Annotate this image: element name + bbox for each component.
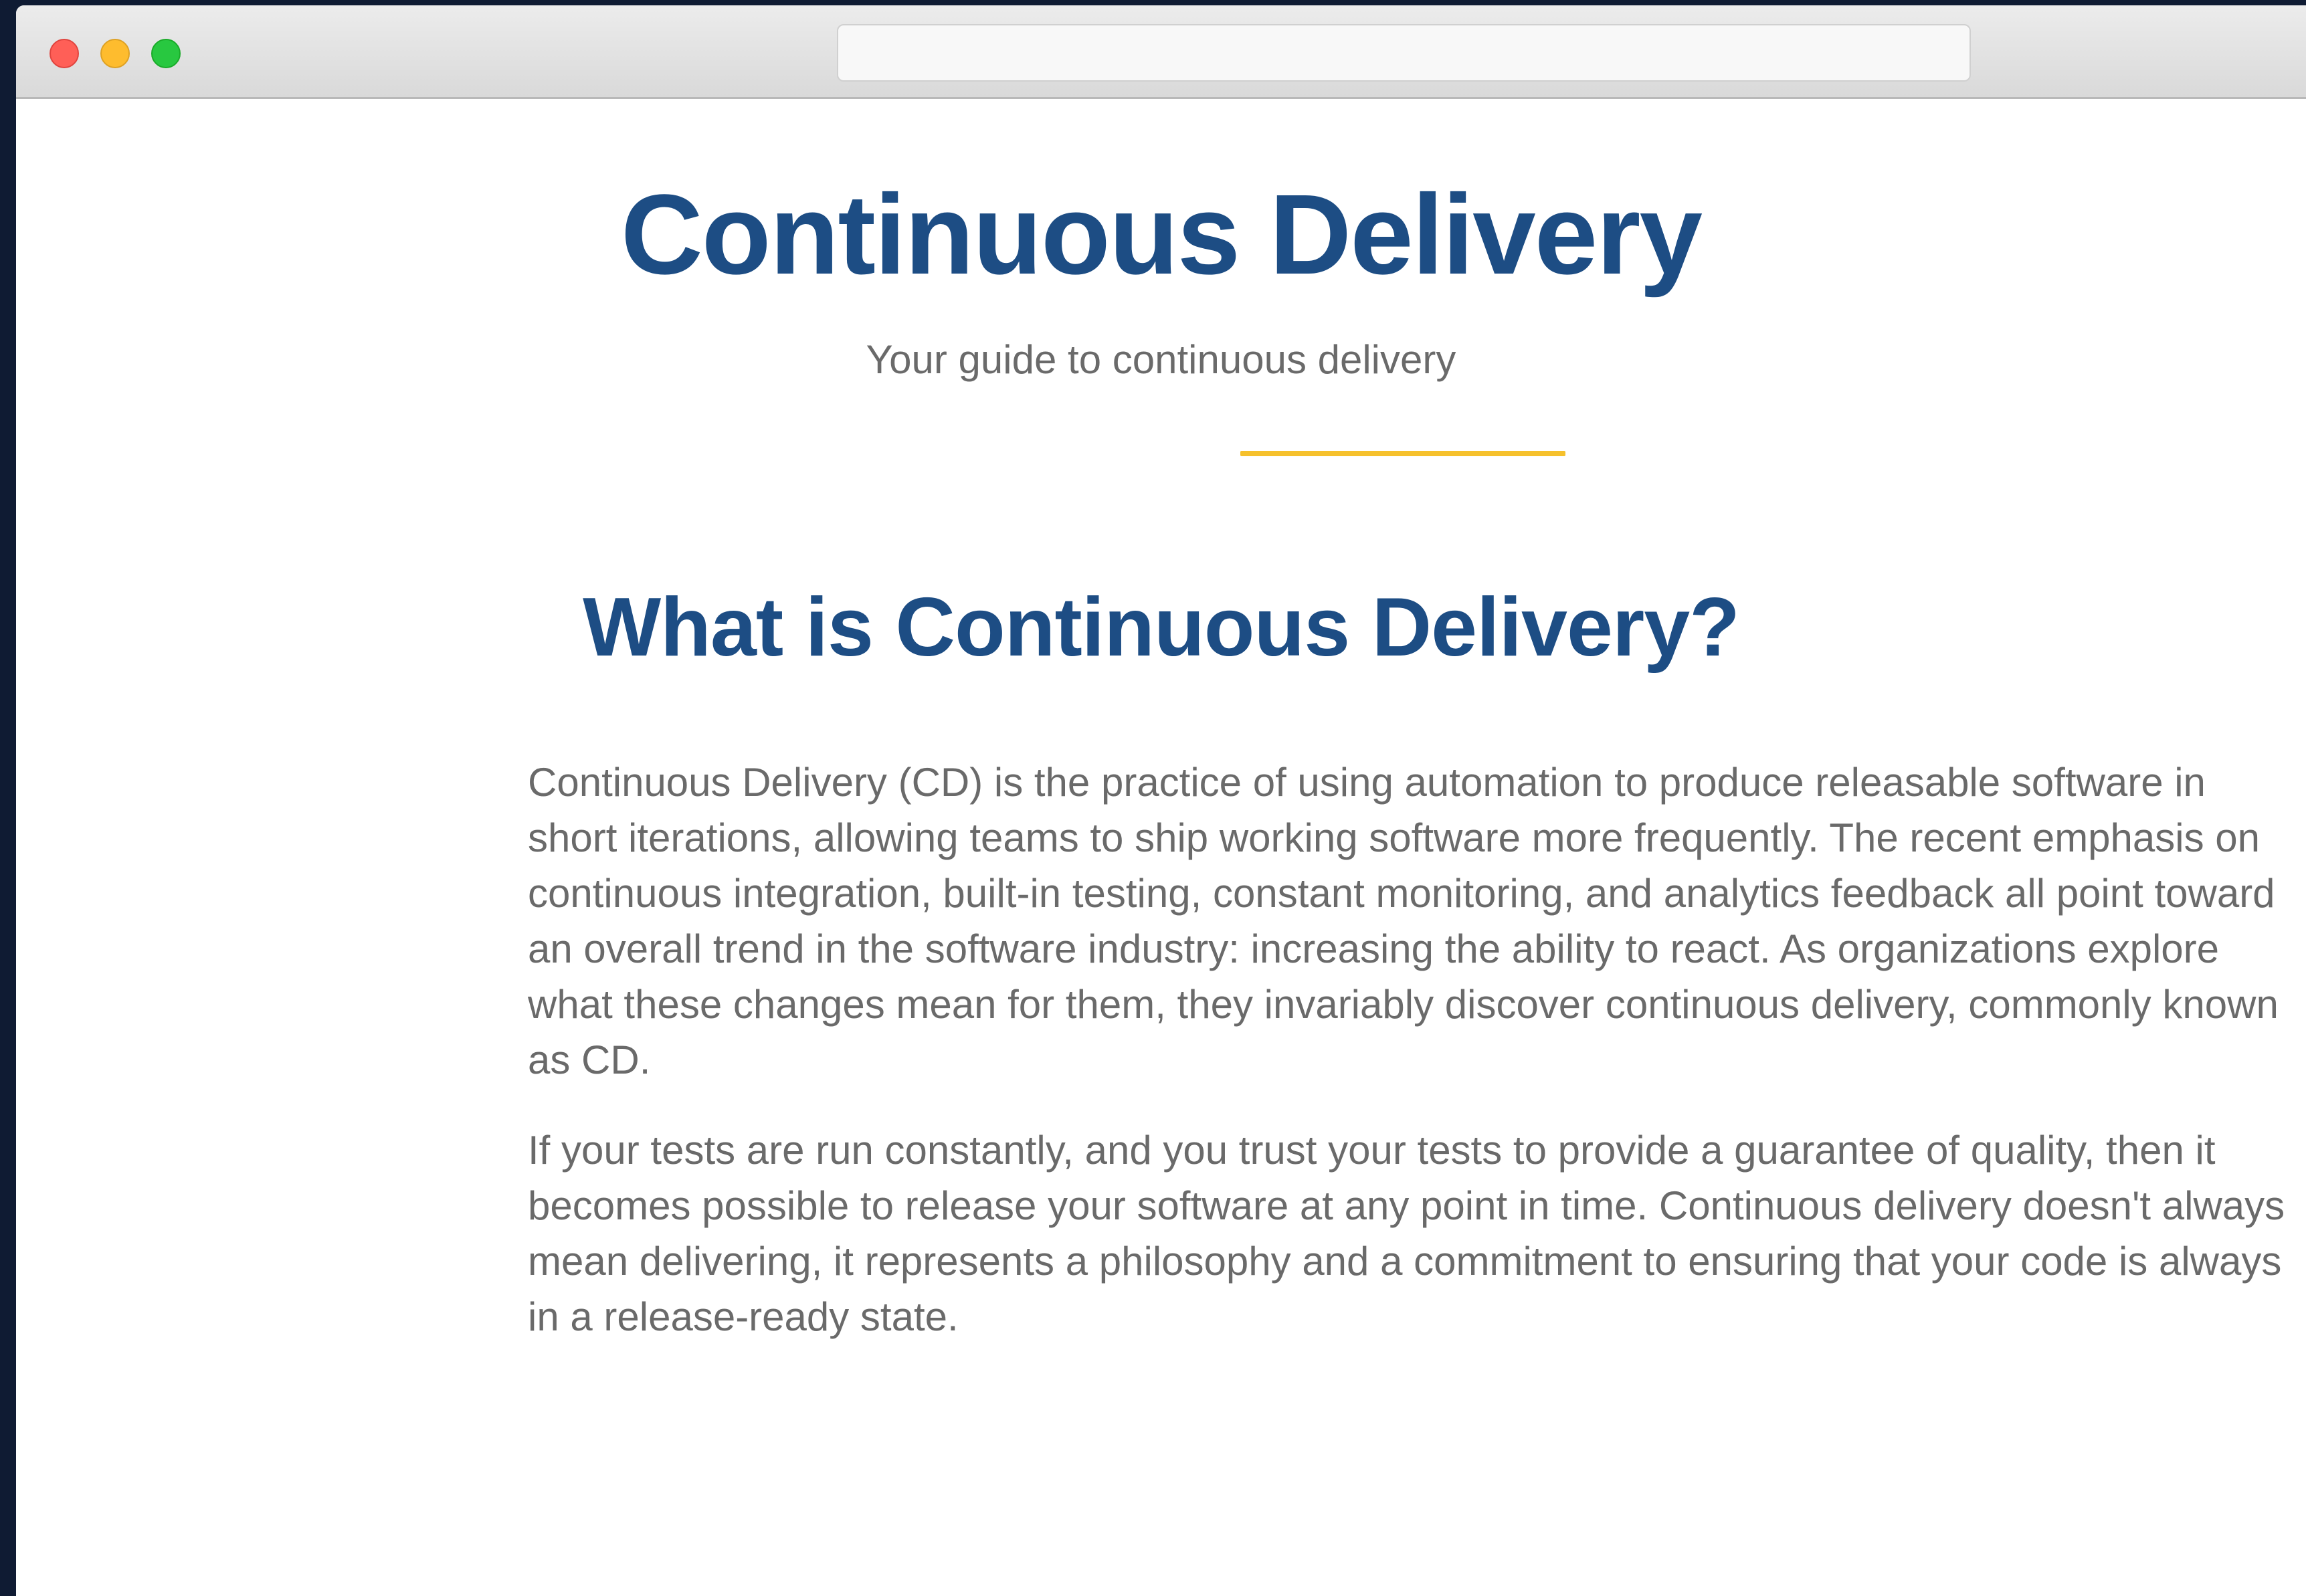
paragraph: Continuous Delivery (CD) is the practice… <box>528 760 2279 1082</box>
section-heading: What is Continuous Delivery? <box>583 581 1740 674</box>
paragraph: If your tests are run constantly, and yo… <box>528 1128 2285 1339</box>
title-bar <box>16 5 2306 99</box>
page-content: Continuous Delivery Your guide to contin… <box>16 99 2306 1596</box>
minimize-window-button[interactable] <box>100 39 130 68</box>
page-subtitle: Your guide to continuous delivery <box>866 337 1456 382</box>
address-bar[interactable] <box>837 24 1971 82</box>
browser-window: Continuous Delivery Your guide to contin… <box>16 5 2306 1596</box>
title-divider <box>1240 451 1565 456</box>
zoom-window-button[interactable] <box>151 39 181 68</box>
close-window-button[interactable] <box>50 39 79 68</box>
section-body: Continuous Delivery (CD) is the practice… <box>528 755 2294 1379</box>
page-title: Continuous Delivery <box>620 171 1703 298</box>
